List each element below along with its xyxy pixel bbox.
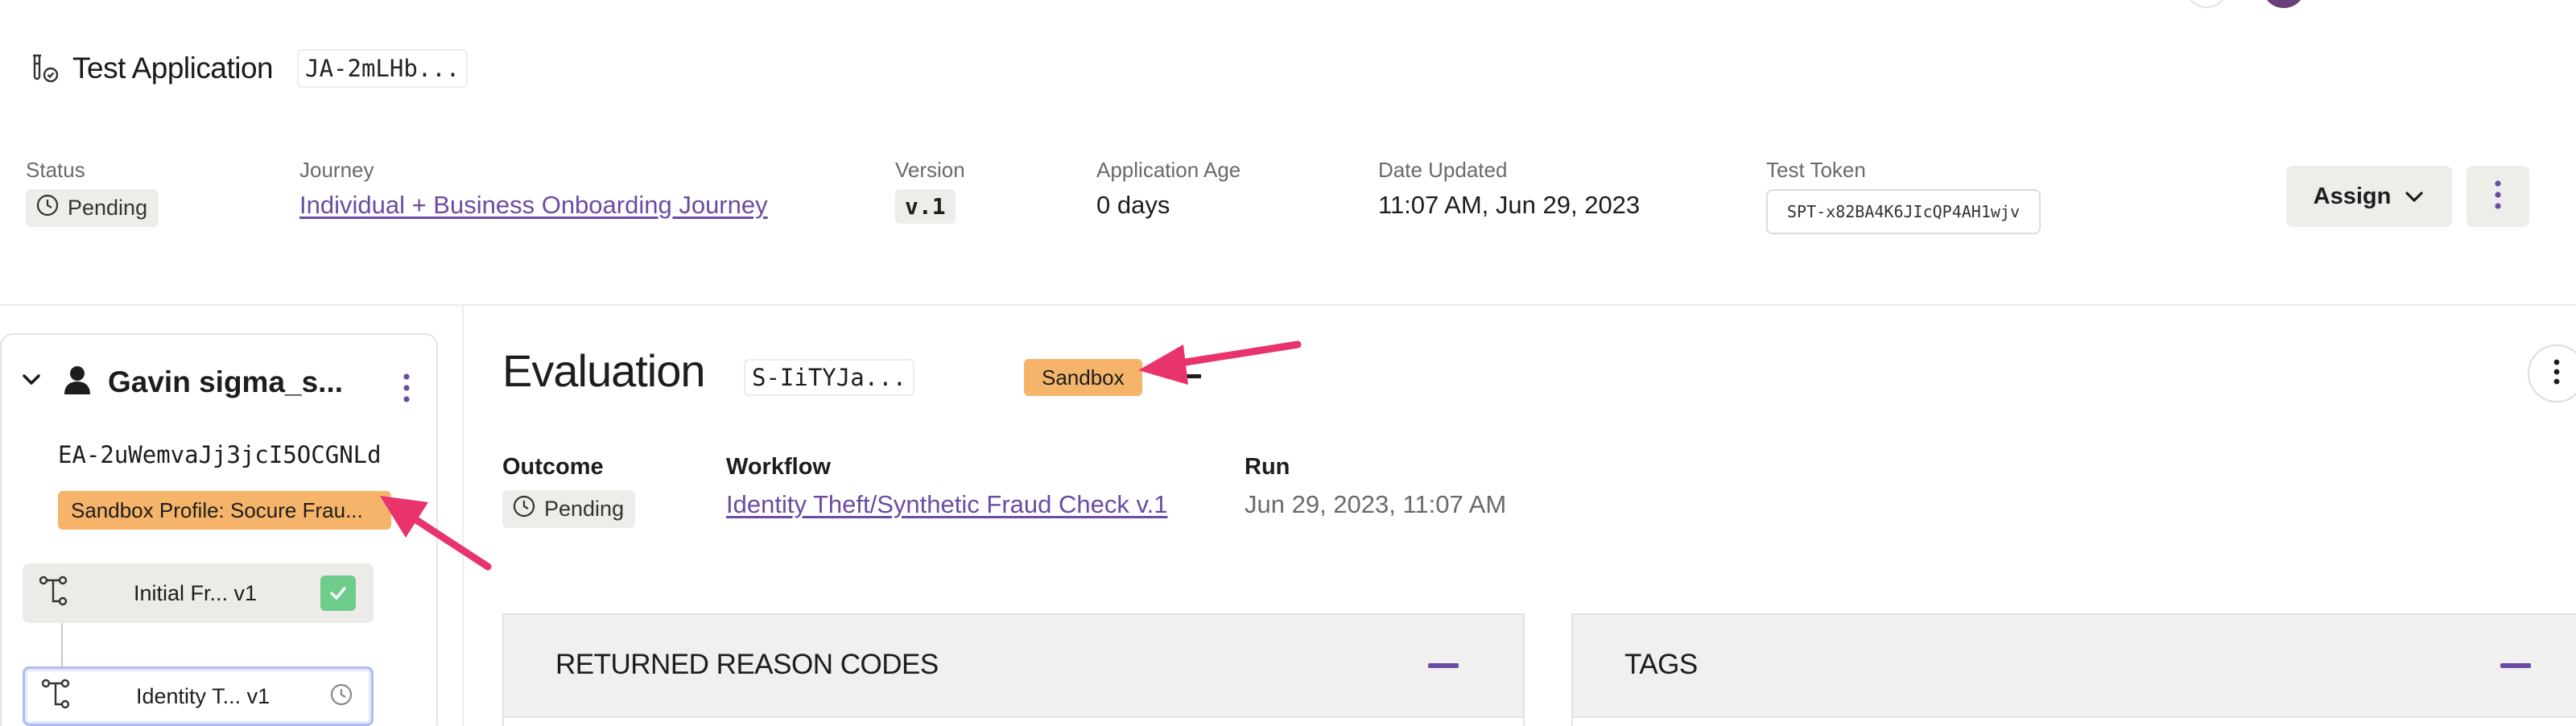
help-button[interactable]	[2185, 0, 2228, 8]
date-updated-field: Date Updated 11:07 AM, Jun 29, 2023	[1378, 158, 1640, 220]
outcome-label: Outcome	[502, 454, 604, 480]
chevron-down-icon[interactable]	[21, 372, 42, 392]
step-label: Initial Fr... v1	[134, 580, 258, 605]
status-label: Status	[26, 158, 85, 182]
page-title: Test Application	[72, 52, 274, 85]
workflow-icon	[39, 677, 78, 716]
entity-header: Gavin sigma_s...	[21, 364, 343, 400]
tags-section: TAGS	[1571, 613, 2576, 726]
user-avatar[interactable]	[2262, 0, 2306, 8]
assign-button[interactable]: Assign	[2286, 166, 2452, 227]
reason-codes-title: RETURNED REASON CODES	[555, 649, 939, 680]
tags-body	[1571, 716, 2576, 726]
step-label: Identity T... v1	[136, 683, 270, 708]
outcome-value: Pending	[544, 497, 625, 521]
annotation-arrow	[1138, 340, 1302, 385]
version-badge: v.1	[895, 189, 956, 224]
workflow-field: Workflow Identity Theft/Synthetic Fraud …	[726, 454, 1168, 519]
step-connector	[61, 623, 63, 668]
collapse-icon[interactable]	[2500, 663, 2531, 668]
check-icon	[320, 575, 356, 611]
test-token-field: Test Token SPT-x82BA4K6JIcQP4AH1wjv	[1766, 158, 2041, 234]
entity-name: Gavin sigma_s...	[108, 365, 344, 398]
sandbox-profile-badge: Sandbox Profile: Socure Frau...	[58, 491, 391, 530]
clock-icon	[329, 683, 353, 711]
run-field: Run Jun 29, 2023, 11:07 AM	[1245, 454, 1506, 519]
application-more-button[interactable]	[2467, 166, 2529, 227]
chevron-down-icon	[2404, 184, 2425, 210]
collapse-icon[interactable]	[1428, 663, 1459, 668]
app-header: Test Application JA-2mLHb...	[26, 48, 469, 89]
workflow-step[interactable]: Initial Fr... v1	[23, 563, 374, 623]
version-field: Version v.1	[895, 158, 965, 224]
workflow-icon	[37, 574, 76, 613]
application-age-label: Application Age	[1096, 158, 1241, 182]
test-token-value[interactable]: SPT-x82BA4K6JIcQP4AH1wjv	[1766, 189, 2041, 234]
test-tube-icon	[26, 50, 63, 87]
workflow-link[interactable]: Identity Theft/Synthetic Fraud Check v.1	[726, 490, 1168, 518]
journey-field: Journey Individual + Business Onboarding…	[299, 158, 768, 220]
clock-icon	[35, 193, 60, 223]
status-badge: Pending	[26, 189, 159, 227]
status-value: Pending	[68, 196, 148, 220]
outcome-field: Outcome Pending	[502, 454, 636, 528]
reason-codes-section: RETURNED REASON CODES	[502, 613, 1525, 726]
application-age-field: Application Age 0 days	[1096, 158, 1241, 220]
version-label: Version	[895, 158, 965, 182]
run-label: Run	[1245, 454, 1290, 480]
evaluation-id[interactable]: S-IiTYJa...	[744, 359, 915, 396]
journey-link[interactable]: Individual + Business Onboarding Journey	[299, 191, 768, 219]
evaluation-title: Evaluation	[502, 345, 706, 396]
date-updated-value: 11:07 AM, Jun 29, 2023	[1378, 191, 1641, 219]
more-vertical-icon[interactable]	[402, 372, 411, 408]
assign-label: Assign	[2313, 183, 2392, 209]
evaluation-more-button[interactable]	[2528, 344, 2576, 402]
more-vertical-icon	[2553, 357, 2561, 390]
run-value: Jun 29, 2023, 11:07 AM	[1245, 490, 1507, 518]
clock-icon	[512, 494, 536, 524]
entity-id: EA-2uWemvaJj3jcI5OCGNLd	[58, 441, 382, 468]
test-token-label: Test Token	[1766, 158, 1866, 182]
application-age-value: 0 days	[1096, 191, 1170, 219]
header-divider	[0, 304, 2576, 306]
reason-codes-body	[502, 716, 1525, 726]
more-vertical-icon	[2494, 179, 2502, 215]
outcome-badge: Pending	[502, 490, 636, 528]
journey-label: Journey	[299, 158, 374, 182]
date-updated-label: Date Updated	[1378, 158, 1508, 182]
workflow-step-selected[interactable]: Identity T... v1	[23, 666, 374, 726]
sandbox-badge: Sandbox	[1024, 359, 1142, 396]
workflow-label: Workflow	[726, 454, 831, 480]
person-icon	[61, 364, 93, 400]
tags-title: TAGS	[1624, 649, 1698, 680]
application-id[interactable]: JA-2mLHb...	[297, 49, 469, 88]
status-field: Status Pending	[26, 158, 159, 227]
annotation-arrow	[380, 496, 492, 571]
